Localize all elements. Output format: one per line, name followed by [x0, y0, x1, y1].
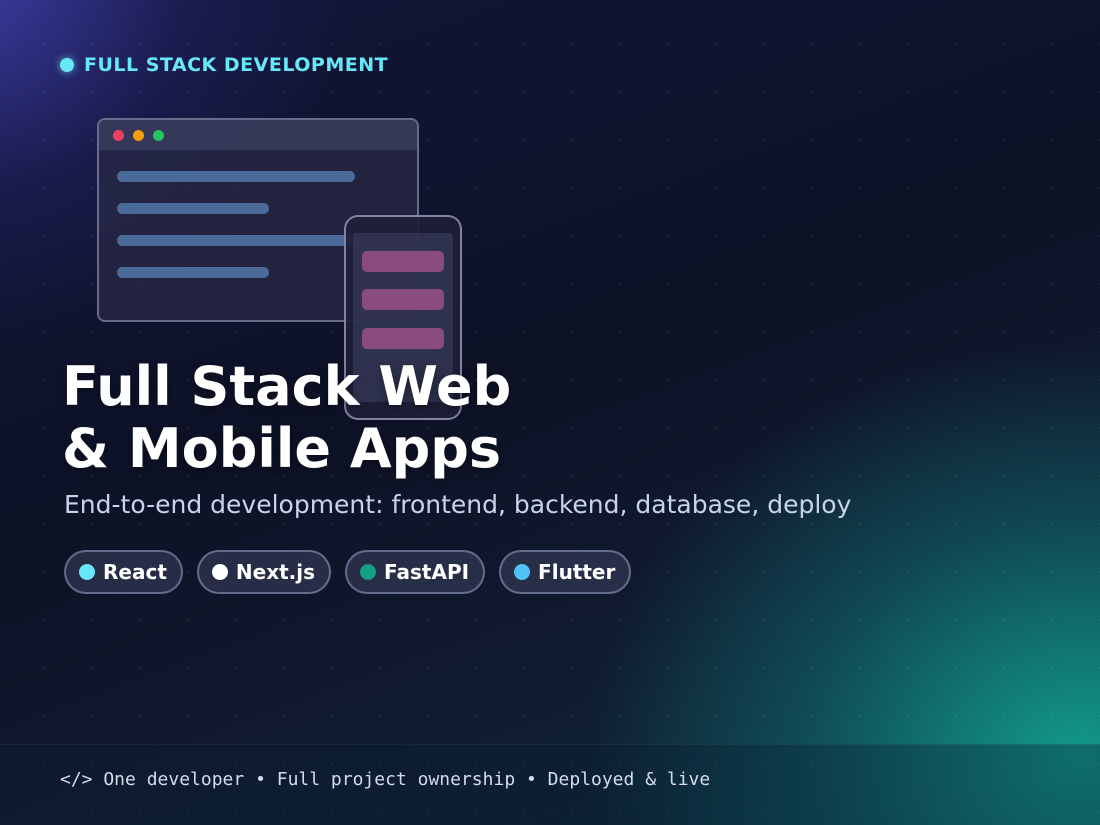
chip-label: FastAPI	[384, 560, 470, 584]
code-line	[117, 203, 269, 214]
code-line	[117, 235, 355, 246]
hero-title-line2: & Mobile Apps	[62, 417, 502, 480]
phone-content-block	[362, 328, 444, 349]
maximize-dot-icon	[153, 129, 164, 141]
tech-chip-fastapi: FastAPI	[345, 550, 486, 594]
eyebrow-dot-icon	[60, 58, 74, 72]
eyebrow-label: FULL STACK DEVELOPMENT	[84, 54, 389, 76]
code-line	[117, 267, 269, 278]
hero-title: Full Stack Web & Mobile Apps	[62, 356, 511, 480]
nextjs-dot-icon	[211, 564, 228, 580]
eyebrow: FULL STACK DEVELOPMENT	[60, 54, 388, 76]
hero-title-line1: Full Stack Web	[62, 355, 512, 418]
tech-chip-flutter: Flutter	[499, 550, 632, 594]
browser-title-bar	[99, 120, 417, 150]
hero-subtitle: End-to-end development: frontend, backen…	[64, 490, 852, 519]
code-line	[117, 171, 355, 182]
footer-bar: </> One developer • Full project ownersh…	[0, 744, 1100, 825]
phone-content-block	[362, 251, 444, 272]
close-dot-icon	[113, 129, 124, 141]
chip-label: Flutter	[538, 560, 616, 584]
minimize-dot-icon	[133, 129, 144, 141]
fastapi-dot-icon	[360, 564, 377, 580]
tech-chip-react: React	[64, 550, 183, 594]
tech-chip-nextjs: Next.js	[196, 550, 332, 594]
phone-content-block	[362, 289, 444, 310]
footer-tagline: </> One developer • Full project ownersh…	[60, 769, 711, 790]
react-dot-icon	[79, 564, 95, 580]
chip-label: Next.js	[235, 560, 316, 584]
flutter-dot-icon	[514, 564, 531, 580]
chip-label: React	[103, 560, 167, 584]
tech-chip-list: React Next.js FastAPI Flutter	[64, 550, 632, 594]
